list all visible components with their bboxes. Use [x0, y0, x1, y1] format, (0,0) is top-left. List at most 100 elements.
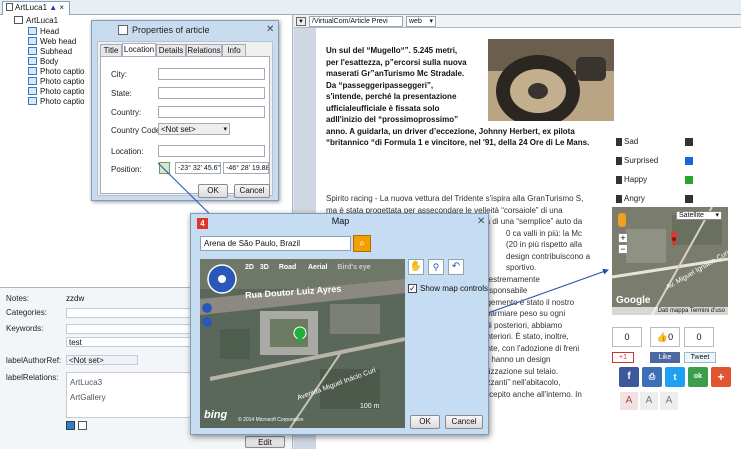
gplus-button[interactable]: +1 — [612, 352, 634, 363]
ok-button[interactable]: OK — [198, 184, 228, 198]
like-count-box: 👍0 — [650, 327, 680, 347]
headline-line: maserati Gr”anTurismo Mc Stradale. — [326, 69, 465, 78]
state-input[interactable] — [158, 87, 265, 99]
tree-item[interactable]: Web head — [28, 37, 76, 47]
longitude-input[interactable]: -46° 28' 19.88" — [223, 162, 269, 174]
tweet-count: 0 — [684, 327, 714, 347]
share-count: 0 — [612, 327, 642, 347]
close-icon[interactable]: ✕ — [266, 24, 274, 35]
location-input[interactable] — [158, 145, 265, 157]
country-input[interactable] — [158, 106, 265, 118]
headline-line: Da “passeggeripasseggeri”, — [326, 80, 434, 90]
cancel-button[interactable]: Cancel — [445, 415, 483, 429]
tab-title[interactable]: Title — [100, 44, 122, 56]
reaction-item[interactable]: Surprised — [616, 156, 693, 166]
scale-label: 100 m — [360, 403, 380, 410]
address-bar: ▼ /VirtualCom/Article Previ web ▾ — [294, 15, 741, 28]
tree-item[interactable]: Photo captio — [28, 67, 84, 77]
tree-item[interactable]: Subhead — [28, 47, 72, 57]
tree-item[interactable]: Photo captio — [28, 87, 84, 97]
tree-item[interactable]: Photo captio — [28, 77, 84, 87]
tab-location[interactable]: Location — [122, 43, 156, 56]
map-footer: Dati mappa Termini d'uso — [612, 307, 728, 315]
notes-value[interactable]: zzdw — [66, 294, 84, 303]
tree-item-label: Photo captio — [40, 97, 85, 106]
show-controls-label: Show map controls — [420, 284, 489, 293]
dialog-body: Title Location Details Relations Info Ci… — [97, 41, 273, 196]
close-icon[interactable]: ✕ — [477, 216, 485, 227]
headline-line: anno. A guidarla, un driver d’eccezione,… — [326, 126, 575, 136]
font-size-large-button[interactable]: A — [660, 392, 678, 410]
map-type-value: Satellite — [679, 212, 704, 219]
country-code-select[interactable]: <Not set> ▾ — [158, 123, 230, 135]
print-icon[interactable]: ⎙ — [642, 367, 662, 387]
tweet-button[interactable]: Tweet — [684, 352, 716, 363]
pan-hand-icon[interactable]: ✋ — [408, 259, 424, 275]
reaction-marker — [616, 138, 622, 146]
reaction-marker — [616, 176, 622, 184]
chevron-down-icon: ▾ — [715, 212, 719, 219]
tree-item[interactable]: Photo captio — [28, 97, 84, 107]
map-search-input[interactable]: Arena de São Paulo, Brazil — [200, 236, 351, 251]
reaction-item[interactable]: Happy — [616, 175, 693, 185]
relation-item[interactable]: ArtGallery — [70, 393, 106, 402]
tree-item[interactable]: Head — [28, 27, 59, 37]
headline-line: ufficialeufficiale è fissata solo — [326, 103, 440, 113]
font-size-medium-button[interactable]: A — [640, 392, 658, 410]
tree-item-label: Photo captio — [40, 87, 85, 96]
view-road[interactable]: Road — [279, 264, 297, 271]
mini-map[interactable]: Satellite ▾ + − Av. Miguel Ignacio Curi G… — [612, 207, 728, 315]
chevron-down-icon: ▾ — [223, 126, 227, 133]
more-share-icon[interactable]: + — [711, 367, 731, 387]
map-type-select[interactable]: Satellite ▾ — [676, 211, 722, 220]
ok-notizie-icon[interactable]: ok — [688, 367, 708, 387]
pin-icon[interactable]: ⚲ — [428, 259, 444, 275]
thumbs-up-icon: 👍 — [656, 332, 669, 342]
collapse-icon[interactable]: ▼ — [296, 17, 306, 26]
view-mode-select[interactable]: web ▾ — [406, 16, 436, 27]
reaction-color-swatch — [685, 138, 693, 146]
city-input[interactable] — [158, 68, 265, 80]
state-label: State: — [111, 89, 132, 98]
close-icon[interactable]: × — [59, 3, 64, 12]
view-aerial[interactable]: Aerial — [308, 264, 327, 271]
edit-button[interactable]: Edit — [245, 436, 285, 448]
tree-root[interactable]: ArtLuca1 — [14, 16, 58, 26]
map-view-modes: 2D 3D Road Aerial Bird's eye — [245, 264, 371, 275]
map-view[interactable]: 2D 3D Road Aerial Bird's eye Rua Doutor … — [200, 259, 405, 428]
latitude-input[interactable]: -23° 32' 45.6" — [175, 162, 221, 174]
document-tab[interactable]: ArtLuca1 ▲ × — [2, 1, 70, 15]
chevron-down-icon: ▾ — [429, 18, 433, 25]
ok-button[interactable]: OK — [410, 415, 440, 429]
cancel-button[interactable]: Cancel — [234, 184, 270, 198]
author-ref-select[interactable]: <Not set> — [66, 355, 138, 365]
edit-relation-icon[interactable] — [66, 421, 75, 430]
reaction-item[interactable]: Sad — [616, 137, 693, 147]
pegman-icon[interactable] — [618, 213, 626, 227]
facebook-icon[interactable]: f — [619, 367, 639, 387]
search-icon[interactable]: ⌕ — [353, 235, 371, 252]
font-size-small-button[interactable]: A — [620, 392, 638, 410]
tab-relations[interactable]: Relations — [186, 44, 222, 56]
view-2d[interactable]: 2D — [245, 264, 254, 271]
tab-info[interactable]: Info — [222, 44, 246, 56]
article-headline: Un sul del “Mugello“”. 5.245 metri, per l… — [326, 45, 618, 149]
article-part-icon — [28, 57, 37, 65]
tree-item[interactable]: Body — [28, 57, 58, 67]
view-birds-eye[interactable]: Bird's eye — [337, 264, 370, 271]
tab-details[interactable]: Details — [156, 44, 186, 56]
delete-relation-icon[interactable] — [78, 421, 87, 430]
twitter-icon[interactable]: t — [665, 367, 685, 387]
undo-icon[interactable]: ↶ — [448, 259, 464, 275]
reaction-label: Happy — [624, 175, 648, 184]
zoom-out-button[interactable]: − — [618, 244, 628, 254]
view-3d[interactable]: 3D — [260, 264, 269, 271]
relation-item[interactable]: ArtLuca3 — [70, 378, 102, 387]
reaction-item[interactable]: Angry — [616, 194, 693, 204]
article-part-icon — [28, 27, 37, 35]
map-pin-icon[interactable] — [159, 162, 170, 174]
address-input[interactable]: /VirtualCom/Article Previ — [309, 16, 403, 27]
zoom-in-button[interactable]: + — [618, 233, 628, 243]
show-controls-checkbox[interactable]: ✓ — [408, 284, 417, 293]
facebook-like-button[interactable]: Like — [650, 352, 680, 363]
